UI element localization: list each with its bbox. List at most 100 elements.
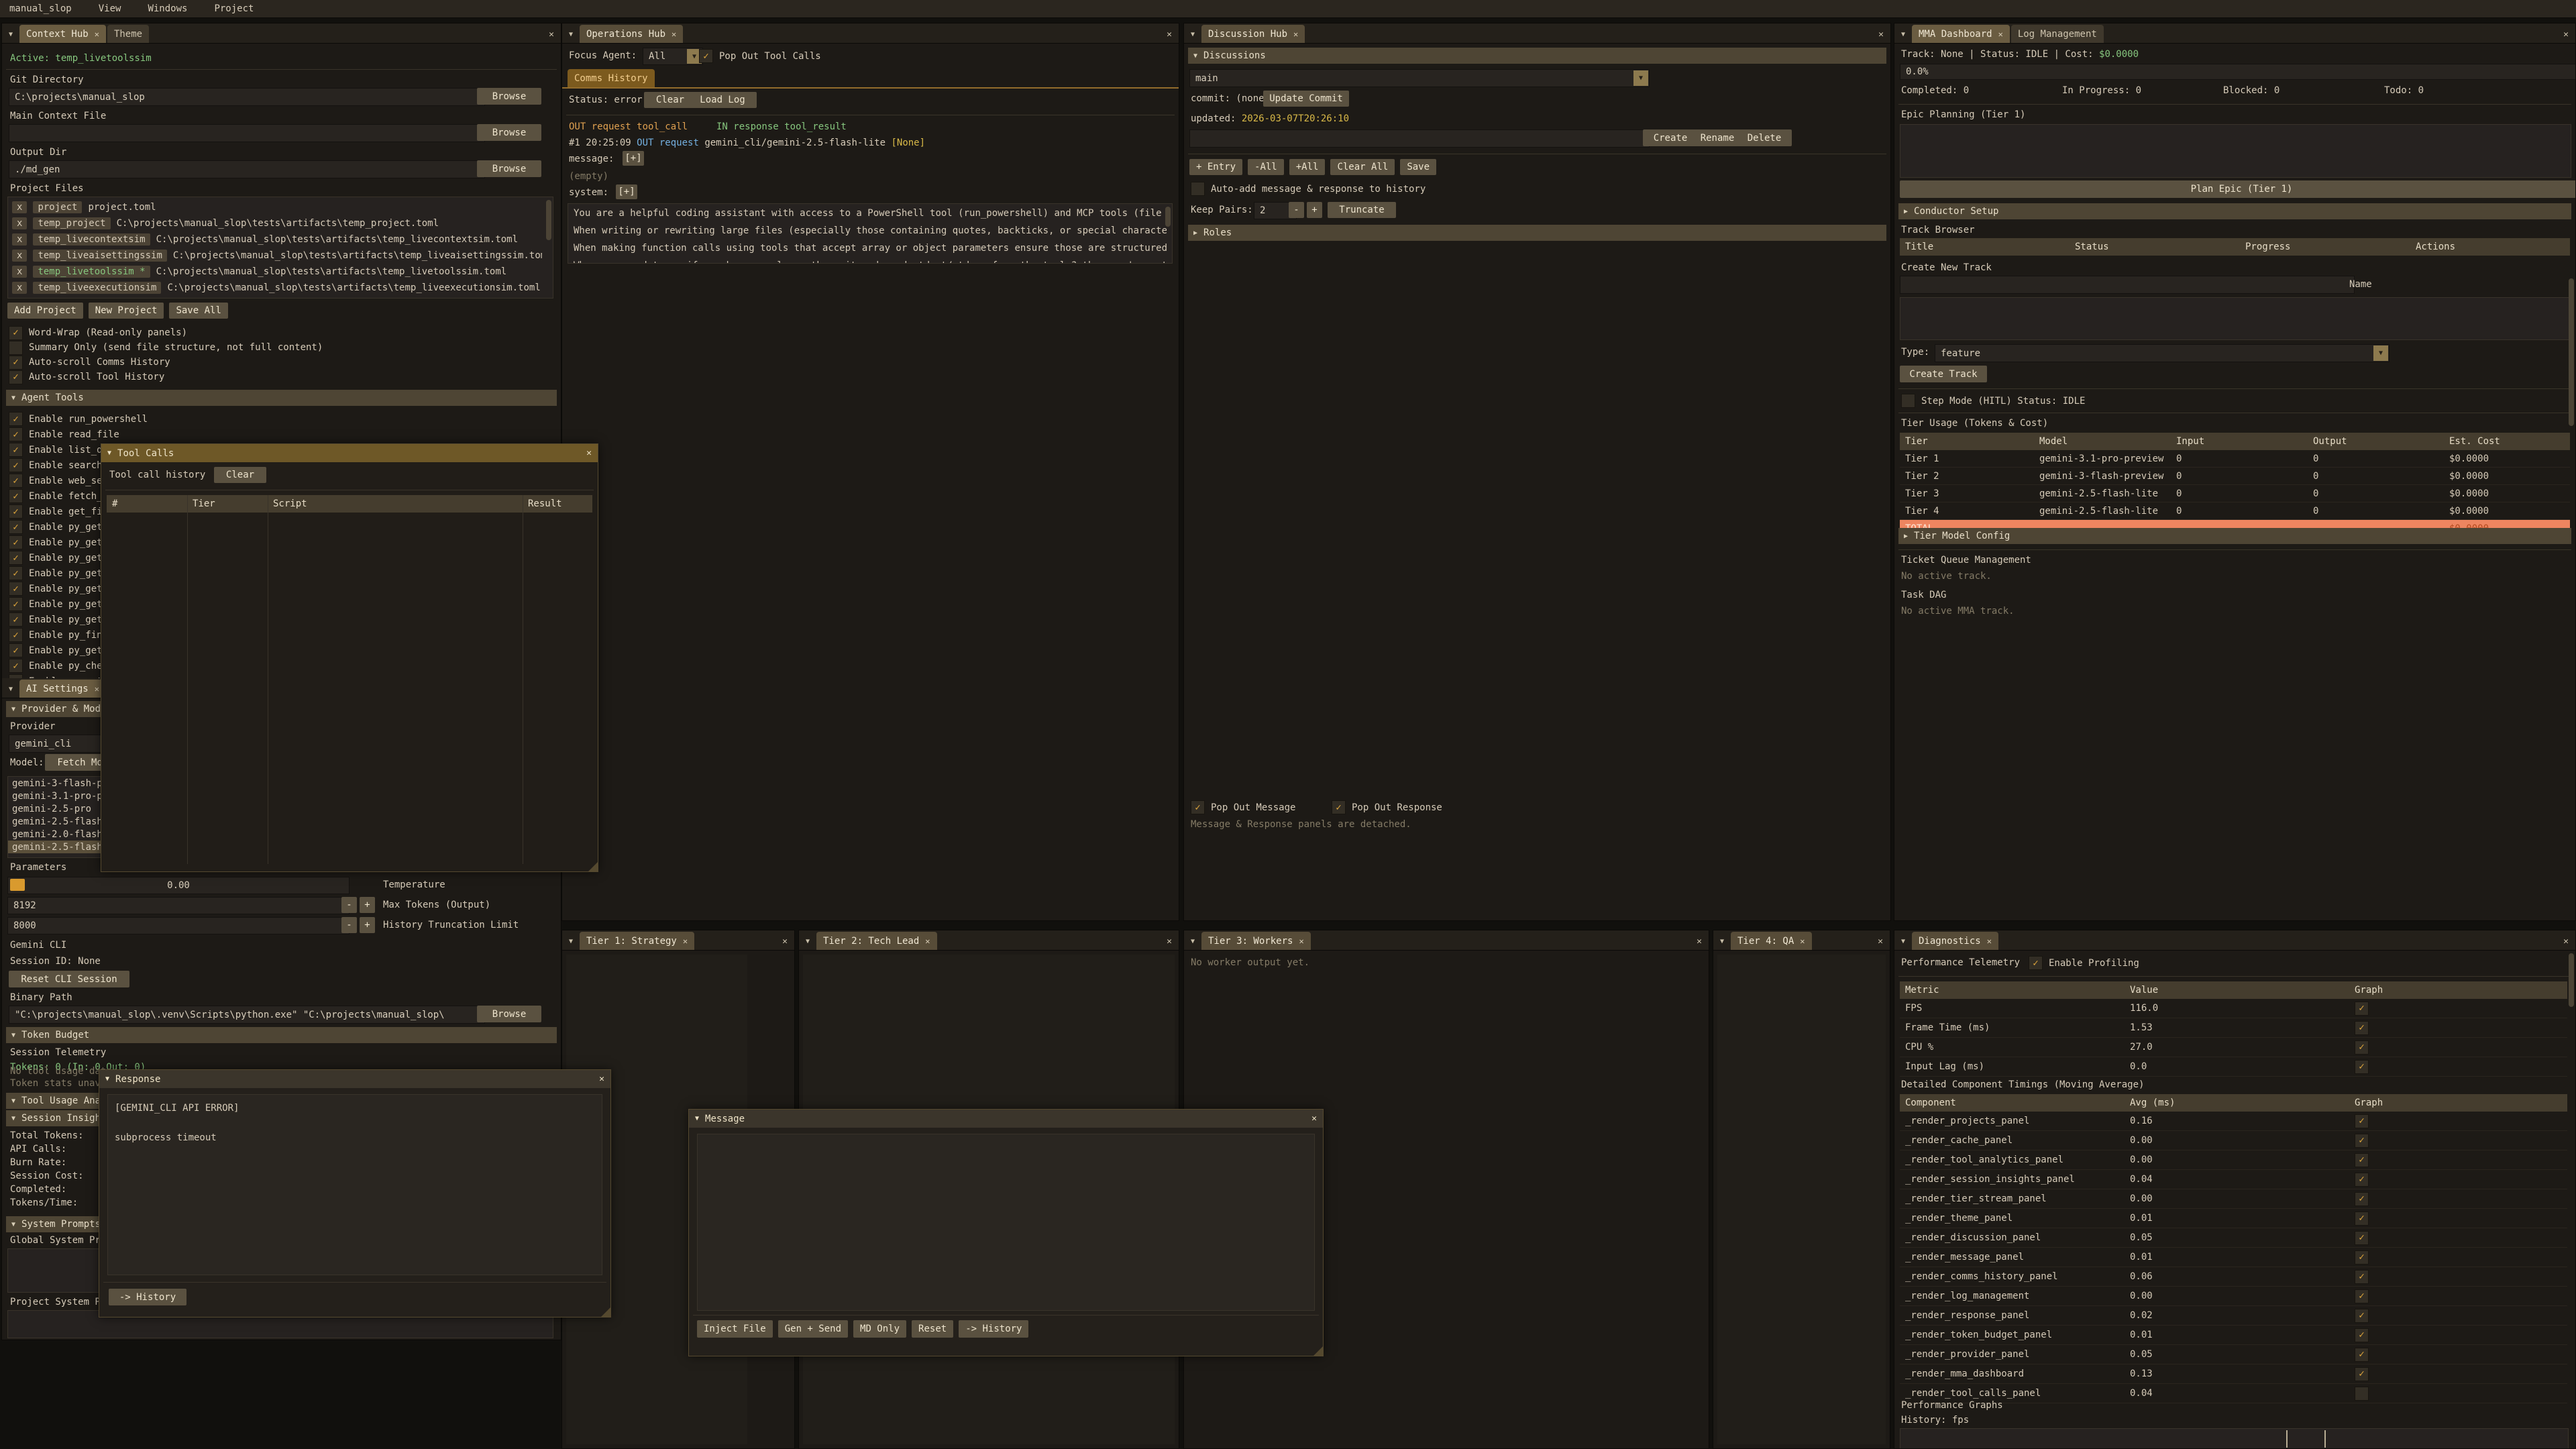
- checkbox[interactable]: ✓: [9, 628, 23, 642]
- graph-checkbox[interactable]: ✓: [2355, 1367, 2369, 1381]
- main-context-file-input[interactable]: [9, 124, 485, 142]
- close-icon[interactable]: ✕: [672, 30, 676, 39]
- popout-message-option[interactable]: ✓ Pop Out Message: [1191, 800, 1295, 814]
- mma-scrollbar[interactable]: [2569, 278, 2574, 426]
- graph-checkbox[interactable]: ✓: [2355, 1040, 2369, 1055]
- tier-usage-row[interactable]: Tier 3 gemini-2.5-flash-lite 0 0 $0.0000: [1900, 485, 2570, 502]
- message-titlebar[interactable]: ▼ Message ✕: [689, 1110, 1323, 1128]
- system-expand-button[interactable]: [+]: [616, 184, 637, 199]
- panel-close-icon[interactable]: ✕: [1160, 25, 1179, 43]
- output-dir-input[interactable]: ./md_gen: [9, 160, 485, 178]
- close-icon[interactable]: ✕: [1998, 30, 2003, 39]
- remove-file-button[interactable]: x: [12, 282, 27, 294]
- dock-collapse-icon[interactable]: ▼: [562, 25, 580, 43]
- checkbox[interactable]: ✓: [9, 458, 23, 472]
- history-limit-input[interactable]: 8000: [7, 917, 350, 934]
- discussion-branch-combo[interactable]: main▼: [1189, 69, 1650, 87]
- keep-pairs-minus-button[interactable]: -: [1289, 202, 1304, 218]
- close-icon[interactable]: ✕: [683, 936, 688, 946]
- agent-tools-header[interactable]: ▼Agent Tools: [6, 390, 557, 406]
- panel-close-icon[interactable]: ✕: [1871, 932, 1890, 950]
- project-files-scrollbar[interactable]: [546, 200, 551, 240]
- epic-planning-input[interactable]: [1900, 124, 2571, 178]
- tier-usage-row[interactable]: Tier 2 gemini-3-flash-preview 0 0 $0.000…: [1900, 468, 2570, 485]
- close-icon[interactable]: ✕: [1299, 936, 1303, 946]
- project-file-name[interactable]: temp_livetoolssim *: [33, 266, 150, 278]
- panel-close-icon[interactable]: ✕: [1872, 25, 1890, 43]
- panel-close-icon[interactable]: ✕: [542, 25, 561, 43]
- popout-toolcalls-option[interactable]: ✓ Pop Out Tool Calls: [699, 49, 821, 63]
- checkbox[interactable]: ✓: [9, 582, 23, 596]
- checkbox[interactable]: ✓: [9, 443, 23, 457]
- plan-epic-button[interactable]: Plan Epic (Tier 1): [1900, 180, 2576, 198]
- conductor-setup-header[interactable]: ▶Conductor Setup: [1898, 203, 2571, 219]
- resize-grip-icon[interactable]: [1313, 1346, 1323, 1356]
- autoadd-option[interactable]: ✓ Auto-add message & response to history: [1191, 182, 1426, 196]
- checkbox[interactable]: ✓: [9, 489, 23, 503]
- panel-close-icon[interactable]: ✕: [2557, 932, 2575, 950]
- graph-checkbox[interactable]: ✓: [2355, 1192, 2369, 1206]
- agent-tool-row[interactable]: ✓ Enable read_file: [9, 427, 148, 442]
- dock-collapse-icon[interactable]: ▼: [1894, 932, 1912, 950]
- message-expand-button[interactable]: [+]: [623, 151, 644, 166]
- dock-collapse-icon[interactable]: ▼: [1894, 25, 1912, 43]
- panel-close-icon[interactable]: ✕: [2557, 25, 2575, 43]
- output-dir-browse-button[interactable]: Browse: [477, 160, 541, 177]
- git-browse-button[interactable]: Browse: [477, 88, 541, 105]
- menu-item-windows[interactable]: Windows: [148, 3, 187, 14]
- graph-checkbox[interactable]: ✓: [2355, 1212, 2369, 1226]
- checkbox[interactable]: ✓: [1191, 800, 1205, 814]
- column-header[interactable]: Metric: [1905, 985, 2130, 996]
- main-context-browse-button[interactable]: Browse: [477, 124, 541, 141]
- history-action-button[interactable]: Clear All: [1330, 159, 1395, 175]
- token-budget-header[interactable]: ▼Token Budget: [6, 1027, 557, 1043]
- context-option-row[interactable]: ✓ Summary Only (send file structure, not…: [9, 340, 323, 355]
- menu-item-app[interactable]: manual_slop: [9, 3, 72, 14]
- tab-tier4[interactable]: Tier 4: QA✕: [1731, 932, 1812, 950]
- collapse-arrow-icon[interactable]: ▼: [695, 1115, 699, 1122]
- panel-close-icon[interactable]: ✕: [1160, 932, 1179, 950]
- truncate-button[interactable]: Truncate: [1328, 202, 1396, 218]
- history-action-button[interactable]: +All: [1289, 159, 1326, 175]
- tab-discussion-hub[interactable]: Discussion Hub✕: [1201, 25, 1305, 43]
- resize-grip-icon[interactable]: [601, 1307, 610, 1317]
- discussions-header[interactable]: ▼Discussions: [1188, 48, 1886, 64]
- remove-file-button[interactable]: x: [12, 201, 27, 213]
- project-file-row[interactable]: x temp_livecontextsim C:\projects\manual…: [12, 231, 542, 248]
- graph-checkbox[interactable]: ✓: [2355, 1328, 2369, 1342]
- roles-header[interactable]: ▶Roles: [1188, 225, 1886, 241]
- step-mode-option[interactable]: ✓ Step Mode (HITL) Status: IDLE: [1901, 394, 2085, 408]
- history-action-button[interactable]: Save: [1400, 159, 1436, 175]
- create-track-button[interactable]: Create Track: [1900, 366, 1987, 382]
- checkbox[interactable]: ✓: [9, 474, 23, 488]
- track-name-input[interactable]: [1900, 276, 2355, 294]
- diagnostics-scrollbar[interactable]: [2569, 953, 2574, 1007]
- tab-tier2[interactable]: Tier 2: Tech Lead✕: [816, 932, 937, 950]
- remove-file-button[interactable]: x: [12, 217, 27, 229]
- tab-log-management[interactable]: Log Management: [2011, 25, 2104, 43]
- track-description-input[interactable]: [1900, 297, 2571, 340]
- project-file-name[interactable]: temp_project: [33, 217, 110, 229]
- delete-discussion-button[interactable]: Delete: [1737, 129, 1792, 146]
- message-action-button[interactable]: Gen + Send: [778, 1320, 848, 1338]
- column-header[interactable]: Actions: [2416, 241, 2565, 252]
- project-file-name[interactable]: project: [33, 201, 82, 213]
- dock-collapse-icon[interactable]: ▼: [2, 25, 19, 43]
- system-prompt-box[interactable]: You are a helpful coding assistant with …: [568, 203, 1173, 264]
- graph-checkbox[interactable]: ✓: [2355, 1270, 2369, 1284]
- column-header[interactable]: Graph: [2355, 1097, 2562, 1108]
- message-action-button[interactable]: Reset: [912, 1320, 953, 1338]
- checkbox[interactable]: ✓: [9, 427, 23, 441]
- graph-checkbox[interactable]: ✓: [2355, 1348, 2369, 1362]
- focus-agent-combo[interactable]: All▼: [643, 48, 703, 65]
- remove-file-button[interactable]: x: [12, 266, 27, 278]
- remove-file-button[interactable]: x: [12, 233, 27, 246]
- column-header[interactable]: Script: [273, 498, 528, 509]
- project-file-name[interactable]: temp_livecontextsim: [33, 233, 150, 246]
- close-icon[interactable]: ✕: [1987, 936, 1992, 946]
- checkbox[interactable]: ✓: [9, 412, 23, 426]
- tool-calls-clear-button[interactable]: Clear: [214, 467, 266, 483]
- checkbox[interactable]: ✓: [9, 535, 23, 549]
- enable-profiling-option[interactable]: ✓ Enable Profiling: [2029, 956, 2139, 970]
- menu-item-project[interactable]: Project: [214, 3, 254, 14]
